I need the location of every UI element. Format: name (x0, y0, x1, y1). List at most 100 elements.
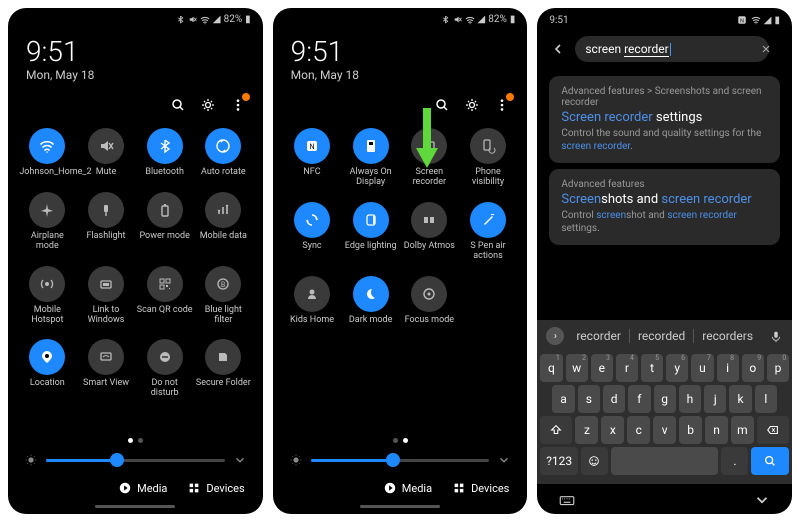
back-button[interactable] (549, 40, 567, 58)
period-key[interactable]: . (721, 447, 748, 475)
devices-button[interactable]: Devices (187, 481, 244, 495)
key-x[interactable]: x (601, 416, 624, 444)
tile-label: Mobile data (200, 232, 247, 242)
key-g[interactable]: g (654, 385, 676, 413)
tile-label: Mobile Hotspot (19, 306, 75, 326)
tile-focus[interactable]: Focus mode (400, 272, 459, 330)
key-e[interactable]: e3 (591, 354, 613, 382)
tile-label: Flashlight (86, 232, 125, 242)
tile-nfc[interactable]: NFC (283, 124, 342, 192)
aod-icon (363, 138, 379, 154)
settings-button[interactable] (463, 96, 481, 114)
brightness-slider[interactable] (311, 459, 490, 462)
suggestion[interactable]: recorded (630, 329, 694, 343)
key-w[interactable]: w2 (566, 354, 588, 382)
tile-link[interactable]: Link to Windows (77, 262, 136, 330)
tile-wifi[interactable]: Johnson_Home_2 (18, 124, 77, 182)
date: Mon, May 18 (273, 68, 528, 90)
tile-kids[interactable]: Kids Home (283, 272, 342, 330)
backspace-key[interactable] (757, 416, 789, 444)
tile-label: Bluetooth (145, 168, 184, 178)
key-t[interactable]: t5 (641, 354, 663, 382)
key-u[interactable]: u7 (691, 354, 713, 382)
key-b[interactable]: b (679, 416, 702, 444)
more-button[interactable] (229, 96, 247, 114)
media-button[interactable]: Media (118, 481, 167, 495)
tile-bluetooth[interactable]: Bluetooth (135, 124, 194, 182)
dolby-icon (421, 212, 437, 228)
key-f[interactable]: f (628, 385, 650, 413)
tile-smartview[interactable]: Smart View (77, 335, 136, 403)
tile-aod[interactable]: Always On Display (341, 124, 400, 192)
hotspot-icon (39, 276, 55, 292)
tile-dolby[interactable]: Dolby Atmos (400, 198, 459, 266)
tile-spen[interactable]: S Pen air actions (459, 198, 518, 266)
tile-dark[interactable]: Dark mode (341, 272, 400, 330)
chevron-down-icon[interactable] (497, 453, 511, 467)
date: Mon, May 18 (8, 68, 263, 90)
suggestion[interactable]: recorders (694, 329, 761, 343)
key-j[interactable]: j (704, 385, 726, 413)
tile-dnd[interactable]: Do not disturb (135, 335, 194, 403)
shift-key[interactable] (540, 416, 572, 444)
search-button[interactable] (169, 96, 187, 114)
home-indicator[interactable] (95, 505, 175, 508)
tile-mobiledata[interactable]: Mobile data (194, 188, 253, 256)
tile-airplane[interactable]: Airplane mode (18, 188, 77, 256)
emoji-key[interactable] (581, 447, 608, 475)
tile-sync[interactable]: Sync (283, 198, 342, 266)
key-c[interactable]: c (627, 416, 650, 444)
tile-label: Do not disturb (137, 379, 193, 399)
chevron-down-icon[interactable] (233, 453, 247, 467)
search-input[interactable] (575, 36, 769, 62)
key-o[interactable]: o9 (742, 354, 764, 382)
tile-hotspot[interactable]: Mobile Hotspot (18, 262, 77, 330)
search-result[interactable]: Advanced features Screenshots and screen… (549, 169, 780, 245)
tile-edge[interactable]: Edge lighting (341, 198, 400, 266)
key-y[interactable]: y6 (666, 354, 688, 382)
key-a[interactable]: a (552, 385, 574, 413)
key-r[interactable]: r4 (616, 354, 638, 382)
tile-label: Smart View (83, 379, 129, 389)
settings-button[interactable] (199, 96, 217, 114)
key-l[interactable]: l (755, 385, 777, 413)
tile-flashlight[interactable]: Flashlight (77, 188, 136, 256)
home-indicator[interactable] (360, 505, 440, 508)
search-key[interactable] (751, 447, 789, 475)
more-button[interactable] (493, 96, 511, 114)
brightness-slider[interactable] (46, 459, 225, 462)
key-z[interactable]: z (575, 416, 598, 444)
key-q[interactable]: q1 (540, 354, 562, 382)
tile-bluelight[interactable]: Blue light filter (194, 262, 253, 330)
mic-icon[interactable] (769, 329, 783, 343)
key-d[interactable]: d (603, 385, 625, 413)
key-i[interactable]: i8 (717, 354, 739, 382)
key-k[interactable]: k (729, 385, 751, 413)
search-result[interactable]: Advanced features > Screenshots and scre… (549, 76, 780, 163)
tile-secure[interactable]: Secure Folder (194, 335, 253, 403)
space-key[interactable] (611, 447, 719, 475)
result-path: Advanced features (561, 179, 768, 190)
clear-search-button[interactable] (760, 43, 772, 55)
key-v[interactable]: v (653, 416, 676, 444)
key-p[interactable]: p0 (767, 354, 789, 382)
tile-qr[interactable]: Scan QR code (135, 262, 194, 330)
media-button[interactable]: Media (383, 481, 432, 495)
key-s[interactable]: s (578, 385, 600, 413)
suggestion[interactable]: recorder (568, 329, 630, 343)
tile-location[interactable]: Location (18, 335, 77, 403)
key-n[interactable]: n (705, 416, 728, 444)
key-m[interactable]: m (731, 416, 754, 444)
keyboard-switch-icon[interactable] (555, 490, 579, 510)
devices-button[interactable]: Devices (452, 481, 509, 495)
suggestion-expand[interactable]: › (546, 327, 564, 345)
sync-icon (304, 212, 320, 228)
nav-down-icon[interactable] (750, 490, 774, 510)
tile-rotate[interactable]: Auto rotate (194, 124, 253, 182)
symbols-key[interactable]: ?123 (540, 447, 578, 475)
nav-bar (537, 484, 792, 514)
tile-visibility[interactable]: Phone visibility (459, 124, 518, 192)
tile-mute[interactable]: Mute (77, 124, 136, 182)
tile-power[interactable]: Power mode (135, 188, 194, 256)
key-h[interactable]: h (679, 385, 701, 413)
